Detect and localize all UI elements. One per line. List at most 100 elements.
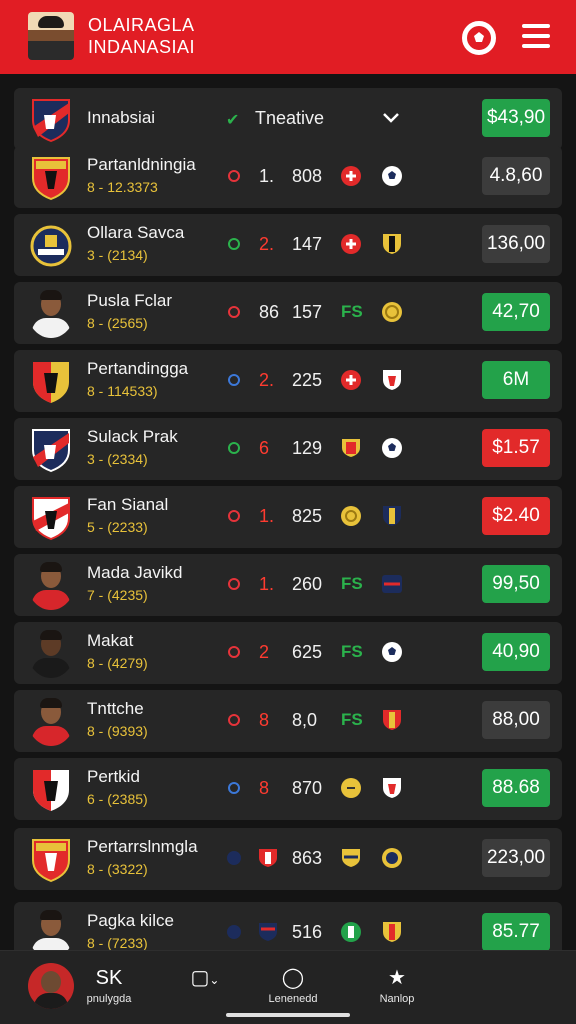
price-button[interactable]: 40,90 (482, 633, 550, 671)
club-badge-icon (226, 924, 242, 940)
shield-icon (380, 776, 404, 800)
club-crest-icon (30, 495, 72, 541)
chevron-down-icon[interactable] (380, 106, 402, 128)
row-value: 260 (292, 574, 323, 594)
row-name: Mada Javikd (87, 563, 183, 582)
row-rank: 1. (259, 166, 275, 186)
club-badge-icon (340, 921, 362, 943)
row-rank: 2. (259, 370, 275, 390)
row-subtitle: 8 - (9393) (87, 723, 148, 739)
nav-icon-2: ▢⌄ (160, 963, 250, 993)
status-dot (228, 782, 240, 794)
row-value: 808 (292, 166, 323, 186)
club-badge-icon (257, 847, 279, 869)
row-name: Pertarrslnmgla (87, 837, 198, 856)
row-value: 825 (292, 506, 323, 526)
list-item[interactable]: Mada Javikd 7 - (4235) 1. 260 FS 99,50 (14, 554, 562, 616)
status-dot (228, 510, 240, 522)
player-avatar (28, 560, 74, 610)
row-subtitle: 8 - 12.3373 (87, 179, 158, 195)
nav-item-3[interactable]: ◯ Lenenedd (248, 963, 338, 1005)
club-crest-icon (30, 767, 72, 813)
club-crest-icon (30, 97, 72, 143)
list-item[interactable]: Pusla Fclar 8 - (2565) 86 157 FS 42,70 (14, 282, 562, 344)
status-dot (228, 374, 240, 386)
hamburger-menu-icon[interactable] (522, 24, 550, 48)
club-crest-icon (30, 223, 72, 269)
nav-item-1[interactable]: SK pnulygda (64, 963, 154, 1005)
coin-icon (340, 777, 362, 799)
nav-item-2[interactable]: ▢⌄ (160, 963, 250, 993)
list-item[interactable]: Makat 8 - (4279) 2 625 FS 40,90 (14, 622, 562, 684)
row-name: Tnttche (87, 699, 144, 718)
row-subtitle: 8 - (2565) (87, 315, 148, 331)
nav-item-4[interactable]: ★ Nanlop (352, 963, 442, 1005)
row-name: Pertkid (87, 767, 140, 786)
football-icon[interactable] (462, 21, 496, 55)
coin-icon (380, 300, 404, 324)
list-item[interactable]: Sulack Prak 3 - (2334) 6 129 $1.57 (14, 418, 562, 480)
price-button[interactable]: 223,00 (482, 839, 550, 877)
featured-name: Innabsiai (87, 108, 156, 127)
price-button[interactable]: 85.77 (482, 913, 550, 951)
fs-badge: FS (341, 710, 363, 729)
row-subtitle: 7 - (4235) (87, 587, 148, 603)
price-button[interactable]: 88.68 (482, 769, 550, 807)
list-item-featured[interactable]: Innabsiai ✔ Tneative $43,90 (14, 88, 562, 150)
list-item[interactable]: Tnttche 8 - (9393) 8 8,0 FS 88,00 (14, 690, 562, 752)
row-name: Fan Sianal (87, 495, 169, 514)
list-item[interactable]: Pertkid 6 - (2385) 8 870 88.68 (14, 758, 562, 820)
player-avatar (28, 288, 74, 338)
nav-icon-3: ◯ (281, 967, 305, 989)
coin-icon (340, 505, 362, 527)
price-button[interactable]: 42,70 (482, 293, 550, 331)
row-subtitle: 5 - (2233) (87, 519, 148, 535)
fs-badge: FS (341, 302, 363, 321)
nav-icon-1: SK (95, 967, 123, 989)
row-rank: 8 (259, 778, 270, 798)
row-name: Pusla Fclar (87, 291, 173, 310)
profile-avatar[interactable] (28, 12, 74, 60)
row-name: Partanldningia (87, 155, 196, 174)
list-item[interactable]: Partanldningia 8 - 12.3373 1. 808 4.8,60 (14, 146, 562, 208)
club-badge-icon (340, 233, 362, 255)
nav-label-1: pnulygda (86, 993, 132, 1005)
fs-badge: FS (341, 642, 363, 661)
status-dot (228, 578, 240, 590)
price-button[interactable]: 99,50 (482, 565, 550, 603)
price-button[interactable]: $1.57 (482, 429, 550, 467)
phone-frame-icon: ▢ (190, 967, 210, 989)
list-item[interactable]: Fan Sianal 5 - (2233) 1. 825 $2.40 (14, 486, 562, 548)
club-badge-icon (340, 165, 362, 187)
home-indicator[interactable] (226, 1013, 350, 1017)
list-item[interactable]: Pertarrslnmgla 8 - (3322) 863 223,00 (14, 828, 562, 890)
price-button[interactable]: 4.8,60 (482, 157, 550, 195)
price-button[interactable]: 136,00 (482, 225, 550, 263)
football-icon (380, 436, 404, 460)
club-crest-icon (30, 837, 72, 883)
nav-label-3: Lenenedd (268, 993, 318, 1005)
price-button[interactable]: 6M (482, 361, 550, 399)
price-button[interactable]: $2.40 (482, 497, 550, 535)
price-button[interactable]: 88,00 (482, 701, 550, 739)
row-subtitle: 3 - (2134) (87, 247, 148, 263)
row-value: 8,0 (292, 710, 318, 730)
row-value: 516 (292, 922, 323, 942)
row-subtitle: 8 - (4279) (87, 655, 148, 671)
status-dot (228, 442, 240, 454)
club-crest-icon (30, 359, 72, 405)
status-dot (228, 238, 240, 250)
price-button[interactable]: $43,90 (482, 99, 550, 137)
row-subtitle: 8 - (3322) (87, 861, 148, 877)
nav-label-4: Nanlop (379, 993, 415, 1005)
football-icon (380, 164, 404, 188)
row-value: 147 (292, 234, 323, 254)
row-value: 625 (292, 642, 323, 662)
row-rank: 6 (259, 438, 270, 458)
row-name: Sulack Prak (87, 427, 178, 446)
row-name: Pertandingga (87, 359, 189, 378)
list-item[interactable]: Ollara Savca 3 - (2134) 2. 147 136,00 (14, 214, 562, 276)
row-value: 870 (292, 778, 323, 798)
list-item[interactable]: Pertandingga 8 - 114533) 2. 225 6M (14, 350, 562, 412)
status-dot (228, 714, 240, 726)
